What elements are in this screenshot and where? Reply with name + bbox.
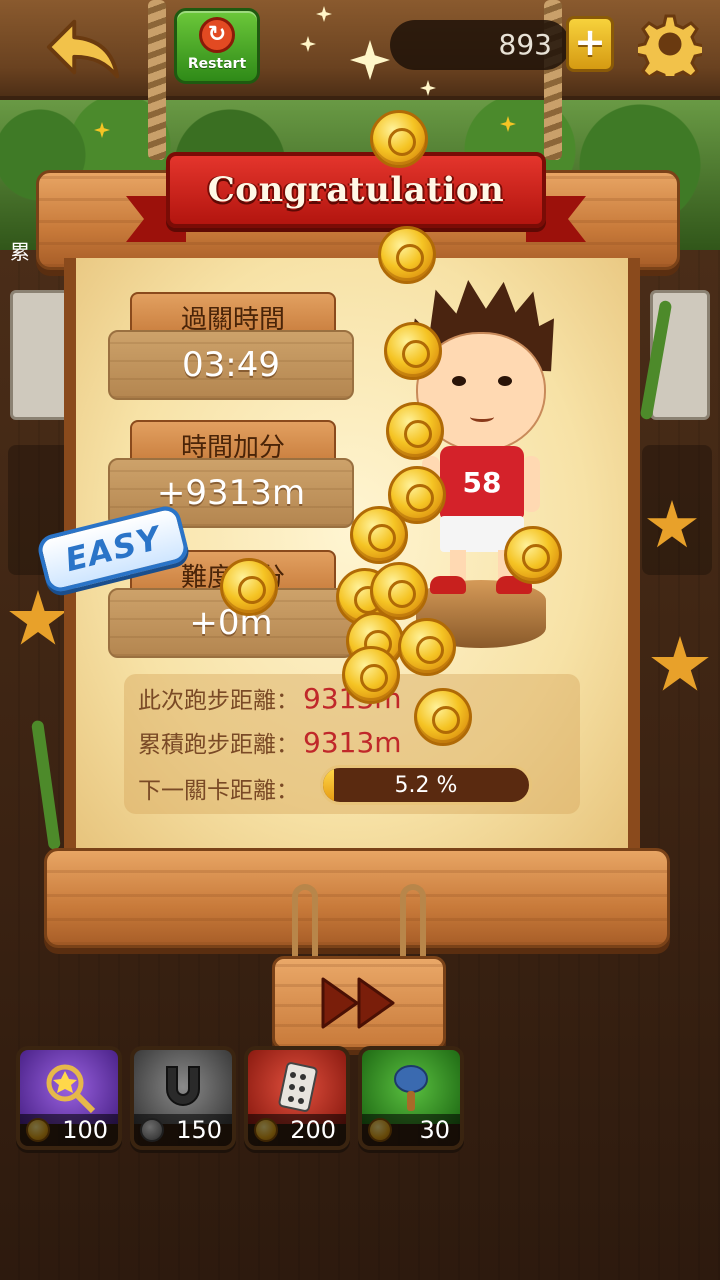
character-shoe	[430, 576, 466, 594]
next-level-button[interactable]	[272, 956, 446, 1050]
flying-coin	[384, 322, 442, 380]
this-run-distance-label: 此次跑步距離：	[138, 688, 299, 714]
next-level-distance-row: 下一關卡距離：	[138, 768, 299, 808]
next-level-progress-text: 5.2 %	[394, 772, 458, 798]
settings-button[interactable]	[636, 10, 704, 78]
character-eye	[452, 376, 466, 386]
total-distance-value: 9313m	[303, 725, 402, 759]
restart-button[interactable]: ↻ Restart	[174, 8, 260, 84]
next-level-distance-label: 下一關卡距離：	[138, 778, 299, 804]
add-coin-button[interactable]: +	[566, 16, 614, 72]
background-side-label: 累	[10, 240, 30, 264]
coin-count: 893	[498, 28, 552, 61]
flying-coin	[378, 226, 436, 284]
restart-icon: ↻	[199, 17, 235, 53]
powerup-cost: 200	[248, 1114, 346, 1146]
fast-forward-icon	[321, 977, 395, 1029]
character-arm	[522, 456, 540, 512]
stat-value: 03:49	[108, 330, 354, 400]
flying-coin	[370, 110, 428, 168]
background-left-panel	[10, 290, 70, 420]
character-eye	[498, 376, 512, 386]
dice-card-icon	[248, 1050, 346, 1124]
powerup-cost: 150	[134, 1114, 232, 1146]
star-wand-icon	[20, 1050, 118, 1124]
board-bottom-plank	[44, 848, 670, 948]
total-distance-label: 累積跑步距離：	[138, 732, 299, 758]
flying-coin	[342, 646, 400, 704]
magnet-icon	[134, 1050, 232, 1124]
hanger-rope	[400, 884, 426, 964]
powerup-magnet[interactable]: 150	[130, 1046, 236, 1150]
back-button[interactable]	[44, 14, 124, 84]
character-jersey: 58	[440, 446, 524, 518]
hanger-rope	[292, 884, 318, 964]
jersey-number: 58	[462, 465, 502, 499]
total-distance-row: 累積跑步距離： 9313m	[138, 722, 402, 762]
flying-coin	[504, 526, 562, 584]
flying-coin	[220, 558, 278, 616]
powerup-racket[interactable]: 30	[358, 1046, 464, 1150]
flying-coin	[386, 402, 444, 460]
rope-left	[148, 0, 166, 160]
character-mouth	[470, 412, 494, 422]
coin-counter: 893	[390, 20, 570, 70]
title-banner: Congratulation	[166, 152, 546, 228]
flying-coin	[398, 618, 456, 676]
gear-icon	[638, 14, 702, 76]
powerup-cost: 30	[362, 1114, 460, 1146]
next-level-progress-bar: 5.2 %	[320, 765, 532, 805]
racket-icon	[362, 1050, 460, 1124]
powerup-dice-card[interactable]: 200	[244, 1046, 350, 1150]
restart-label: Restart	[187, 56, 247, 72]
flying-coin	[414, 688, 472, 746]
background-right-shadow	[642, 445, 712, 575]
flying-coin	[350, 506, 408, 564]
result-title: Congratulation	[207, 170, 505, 210]
back-arrow-icon	[46, 19, 120, 79]
powerup-cost: 100	[20, 1114, 118, 1146]
powerup-star-wand[interactable]: 100	[16, 1046, 122, 1150]
